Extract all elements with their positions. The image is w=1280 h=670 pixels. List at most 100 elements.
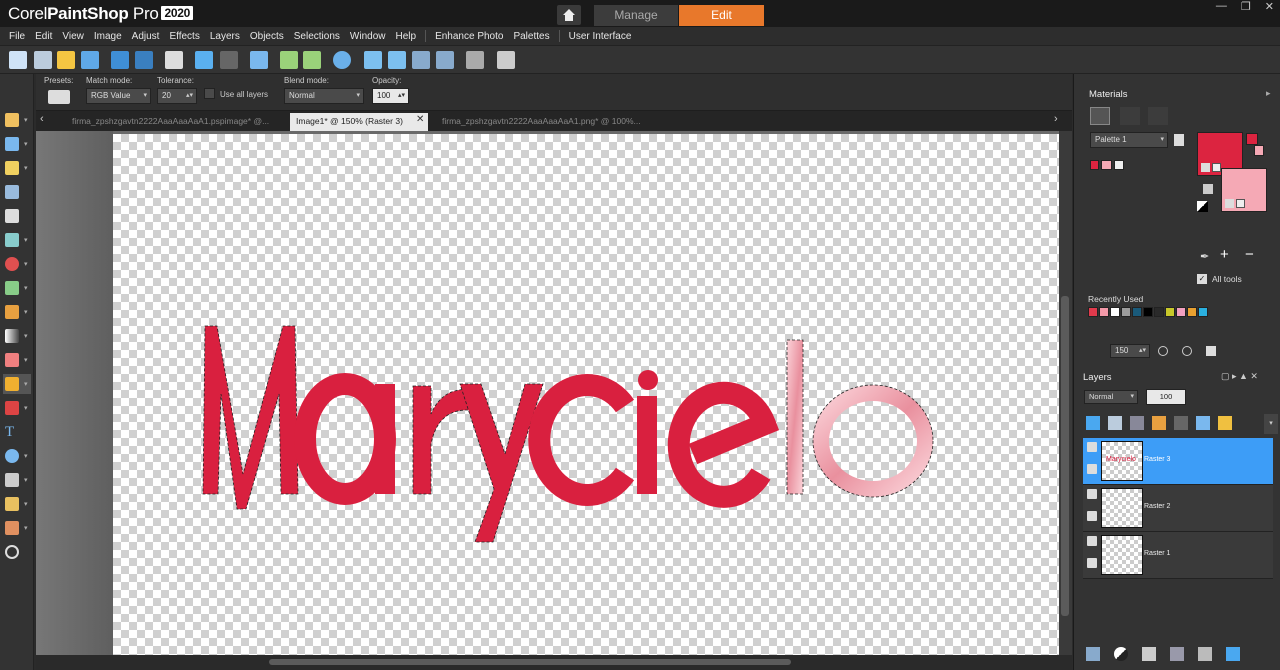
recent-color-swatch[interactable] [1176, 307, 1186, 317]
link-icon[interactable] [1196, 416, 1210, 430]
zoom-field[interactable]: 150 ▴▾ [1110, 344, 1150, 358]
menu-effects[interactable]: Effects [164, 31, 204, 42]
tolerance-field[interactable]: 20 ▴▾ [157, 88, 197, 104]
menu-file[interactable]: File [4, 31, 30, 42]
layer-lock-icon[interactable] [1087, 464, 1097, 474]
mask-icon[interactable] [1142, 647, 1156, 661]
color-replacer-tool[interactable]: ▾ [3, 398, 31, 418]
menu-help[interactable]: Help [390, 31, 421, 42]
opacity-field[interactable]: 100 ▴▾ [372, 88, 409, 104]
tabs-scroll-right-icon[interactable]: › [1054, 113, 1058, 125]
menu-adjust[interactable]: Adjust [127, 31, 165, 42]
zoom-in-icon[interactable] [1182, 346, 1192, 356]
dropper-tool[interactable] [3, 182, 31, 202]
warp-brush-tool[interactable]: ▾ [3, 494, 31, 514]
eraser-tool[interactable]: ▾ [3, 350, 31, 370]
print-icon[interactable] [165, 51, 183, 69]
mini-bg-swatch[interactable] [1101, 160, 1112, 170]
recent-color-swatch[interactable] [1198, 307, 1208, 317]
menu-palettes[interactable]: Palettes [508, 31, 554, 42]
workspace-tab-manage[interactable]: Manage [594, 5, 678, 26]
fg-texture-icon[interactable] [1212, 163, 1221, 172]
new-layer-icon[interactable] [1086, 647, 1100, 661]
vertical-scrollbar[interactable] [1059, 131, 1072, 655]
menu-view[interactable]: View [57, 31, 89, 42]
zoom-in-icon[interactable] [436, 51, 454, 69]
match-mode-select[interactable]: RGB Value ▾ [86, 88, 151, 104]
new-from-template-icon[interactable] [34, 51, 52, 69]
minimize-icon[interactable]: — [1216, 0, 1227, 12]
layer-visibility-icon[interactable] [1130, 416, 1144, 430]
presets-dropdown[interactable] [48, 90, 70, 104]
document-tab-active[interactable]: Image1* @ 150% (Raster 3) [290, 113, 428, 131]
crop-tool[interactable] [3, 206, 31, 226]
move-layer-down-icon[interactable] [1108, 416, 1122, 430]
home-button[interactable] [557, 5, 581, 25]
swap-colors-icon[interactable] [1203, 184, 1213, 194]
scroll-thumb[interactable] [1061, 296, 1069, 616]
pen-tool[interactable]: ▾ [3, 470, 31, 490]
layer-mask-icon[interactable] [1174, 416, 1188, 430]
pan-tool[interactable]: ▾ [3, 110, 31, 130]
screen-icon[interactable] [466, 51, 484, 69]
shape-tool[interactable]: ▾ [3, 446, 31, 466]
horizontal-scrollbar[interactable] [36, 655, 1072, 670]
gradient-tool[interactable]: ▾ [3, 326, 31, 346]
makeover-tool[interactable]: ▾ [3, 278, 31, 298]
recent-color-swatch[interactable] [1165, 307, 1175, 317]
recent-color-swatch[interactable] [1187, 307, 1197, 317]
close-tab-icon[interactable]: ✕ [416, 114, 424, 125]
scan-icon[interactable] [81, 51, 99, 69]
palette-doc-icon[interactable] [1174, 134, 1184, 146]
restore-icon[interactable]: ❐ [1241, 0, 1251, 13]
zoom-out-icon[interactable] [412, 51, 430, 69]
menu-user-interface[interactable]: User Interface [564, 31, 637, 42]
selection-tool[interactable]: ▾ [3, 158, 31, 178]
paint-brush-tool[interactable]: ▾ [3, 302, 31, 322]
document-tab[interactable]: firma_zpshzgavtn2222AaaAaaAaA1.png* @ 10… [436, 113, 652, 131]
move-layer-up-icon[interactable] [1086, 416, 1100, 430]
frame-tab-icon[interactable] [1090, 107, 1110, 125]
visibility-icon[interactable] [1087, 489, 1097, 499]
text-tool[interactable]: T [3, 422, 31, 442]
visibility-icon[interactable] [1087, 536, 1097, 546]
undo-icon[interactable] [195, 51, 213, 69]
bg-small-swatch[interactable] [1254, 145, 1264, 156]
blend-mode-select[interactable]: Normal ▾ [284, 88, 364, 104]
zoom-out-icon[interactable] [1158, 346, 1168, 356]
group-icon[interactable] [1170, 647, 1184, 661]
save-as-icon[interactable] [135, 51, 153, 69]
menu-enhance-photo[interactable]: Enhance Photo [430, 31, 508, 42]
bg-texture-icon[interactable] [1236, 199, 1245, 208]
fit-window-icon[interactable] [388, 51, 406, 69]
mini-fg-swatch[interactable] [1090, 160, 1099, 170]
tabs-scroll-left-icon[interactable]: ‹ [40, 113, 44, 125]
menu-edit[interactable]: Edit [30, 31, 57, 42]
lock-icon[interactable] [1218, 416, 1232, 430]
layer-row-raster-1[interactable]: Raster 1 [1083, 532, 1273, 579]
rotate-left-icon[interactable] [280, 51, 298, 69]
menu-window[interactable]: Window [345, 31, 391, 42]
menu-objects[interactable]: Objects [245, 31, 289, 42]
layer-row-raster-3[interactable]: Marycielo Raster 3 [1083, 438, 1273, 485]
layer-row-raster-2[interactable]: Raster 2 [1083, 485, 1273, 532]
pin-icon[interactable]: ▸ [1266, 88, 1271, 99]
adjustment-layer-icon[interactable] [1114, 647, 1128, 661]
document-tab[interactable]: firma_zpshzgavtn2222AaaAaaAaA1.pspimage*… [66, 113, 281, 131]
straighten-tool[interactable]: ▾ [3, 230, 31, 250]
layers-panel-controls[interactable]: ▢ ▸ ▲ ✕ [1221, 371, 1258, 382]
save-icon[interactable] [111, 51, 129, 69]
flood-fill-tool[interactable]: ▾ [3, 374, 31, 394]
scroll-thumb[interactable] [269, 659, 791, 665]
actual-size-icon[interactable] [1206, 346, 1216, 356]
dropper-icon[interactable]: ✒ [1200, 250, 1209, 263]
arrange-icon[interactable] [497, 51, 515, 69]
reset-colors-icon[interactable] [1197, 201, 1208, 212]
add-tool[interactable] [3, 542, 31, 562]
image-canvas[interactable] [113, 134, 1059, 656]
info-icon[interactable] [333, 51, 351, 69]
layer-properties-icon[interactable] [1226, 647, 1240, 661]
rotate-right-icon[interactable] [303, 51, 321, 69]
layer-opacity-field[interactable]: 100 [1146, 389, 1186, 405]
recent-color-swatch[interactable] [1110, 307, 1120, 317]
